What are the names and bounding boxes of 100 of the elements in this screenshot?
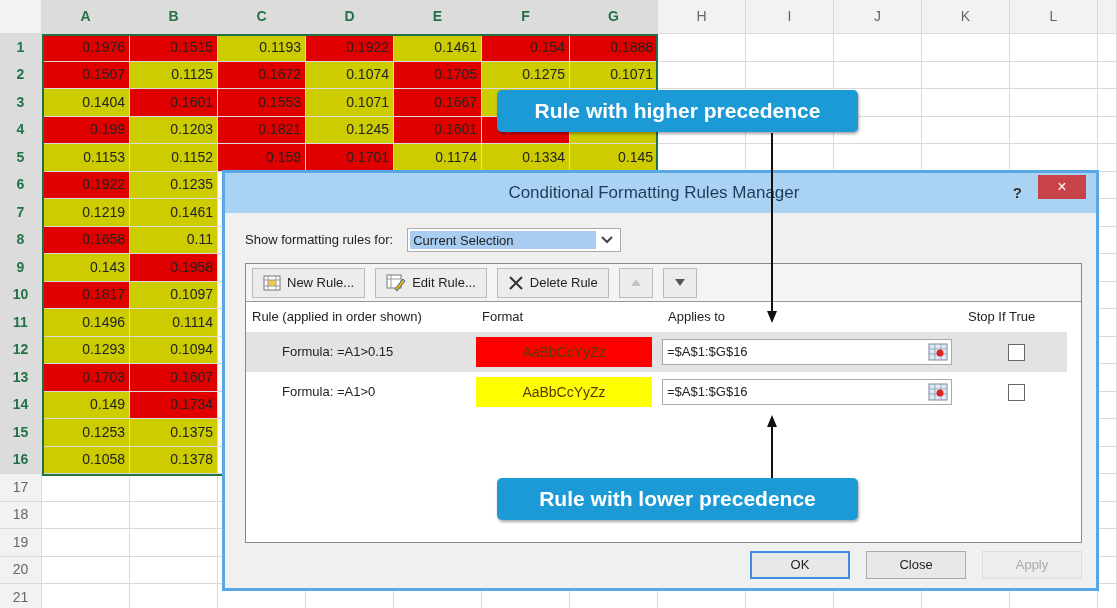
- table-cell: 0.1507: [42, 61, 130, 89]
- format-preview: AaBbCcYyZz: [476, 377, 652, 407]
- checkbox[interactable]: [1008, 383, 1025, 401]
- column-header[interactable]: C: [218, 0, 306, 34]
- column-heading: Format: [482, 308, 525, 327]
- column-header[interactable]: D: [306, 0, 394, 34]
- row-header[interactable]: 6: [0, 171, 42, 199]
- table-cell: 0.1705: [394, 61, 482, 89]
- row-header[interactable]: 9: [0, 254, 42, 282]
- table-cell: 0.1601: [394, 116, 482, 144]
- table-cell: 0.1375: [130, 419, 218, 447]
- table-cell: 0.1378: [130, 446, 218, 474]
- row-header[interactable]: 1: [0, 34, 42, 62]
- table-cell: 0.1976: [42, 34, 130, 62]
- column-header[interactable]: K: [922, 0, 1010, 34]
- table-cell: 0.1553: [218, 89, 306, 117]
- table-cell: 0.1293: [42, 336, 130, 364]
- x-icon: [507, 274, 524, 291]
- column-heading: Applies to: [668, 308, 727, 327]
- row-header[interactable]: 3: [0, 89, 42, 117]
- applies-to-field[interactable]: =$A$1:$G$16: [662, 379, 952, 405]
- table-cell: 0.1125: [130, 61, 218, 89]
- row-header[interactable]: 11: [0, 309, 42, 337]
- table-cell: 0.1888: [570, 34, 658, 62]
- row-header[interactable]: 16: [0, 446, 42, 474]
- table-cell: 0.1058: [42, 446, 130, 474]
- row-header[interactable]: 19: [0, 529, 42, 557]
- table-pencil-icon: [386, 273, 407, 292]
- column-header[interactable]: H: [658, 0, 746, 34]
- table-cell: 0.154: [482, 34, 570, 62]
- rule-row[interactable]: Formula: =A1>0.15 AaBbCcYyZz =$A$1:$G$16: [246, 332, 1067, 372]
- callout-tooltip: Rule with higher precedence: [497, 90, 858, 132]
- row-header[interactable]: 5: [0, 144, 42, 172]
- range-picker-icon[interactable]: [925, 383, 951, 401]
- table-cell: 0.1203: [130, 116, 218, 144]
- down-triangle-icon: [674, 279, 685, 286]
- table-cell: 0.1253: [42, 419, 130, 447]
- row-header[interactable]: 2: [0, 61, 42, 89]
- table-cell: 0.1404: [42, 89, 130, 117]
- field-label: Show formatting rules for:: [245, 231, 394, 250]
- up-triangle-icon: [630, 279, 641, 286]
- table-cell: 0.1672: [218, 61, 306, 89]
- table-cell: 0.1461: [394, 34, 482, 62]
- table-cell: 0.1922: [306, 34, 394, 62]
- table-cell: 0.1193: [218, 34, 306, 62]
- table-cell: 0.1153: [42, 144, 130, 172]
- table-cell: 0.1174: [394, 144, 482, 172]
- scope-dropdown[interactable]: Current Selection: [407, 228, 622, 252]
- table-cell: 0.1607: [130, 364, 218, 392]
- row-header[interactable]: 21: [0, 584, 42, 608]
- rule-row[interactable]: Formula: =A1>0 AaBbCcYyZz =$A$1:$G$16: [246, 372, 1067, 412]
- table-cell: 0.1235: [130, 171, 218, 199]
- row-header[interactable]: 12: [0, 336, 42, 364]
- row-header[interactable]: 10: [0, 281, 42, 309]
- applies-to-field[interactable]: =$A$1:$G$16: [662, 339, 952, 365]
- column-header[interactable]: G: [570, 0, 658, 34]
- column-header[interactable]: A: [42, 0, 130, 34]
- table-cell: 0.1152: [130, 144, 218, 172]
- row-header[interactable]: 4: [0, 116, 42, 144]
- close-button[interactable]: ×: [1038, 175, 1086, 199]
- column-header[interactable]: E: [394, 0, 482, 34]
- table-cell: 0.1601: [130, 89, 218, 117]
- column-header[interactable]: B: [130, 0, 218, 34]
- row-header[interactable]: 8: [0, 226, 42, 254]
- row-header[interactable]: 13: [0, 364, 42, 392]
- edit-rule-button[interactable]: Edit Rule...: [375, 267, 487, 298]
- column-heading: Stop If True: [968, 308, 1037, 327]
- table-cell: 0.143: [42, 254, 130, 282]
- table-icon: [263, 274, 281, 291]
- table-cell: 0.159: [218, 144, 306, 172]
- row-header[interactable]: 7: [0, 199, 42, 227]
- column-header[interactable]: J: [834, 0, 922, 34]
- table-cell: 0.1114: [130, 309, 218, 337]
- checkbox[interactable]: [1008, 343, 1025, 361]
- format-preview: AaBbCcYyZz: [476, 337, 652, 367]
- row-header[interactable]: 14: [0, 391, 42, 419]
- table-cell: 0.1821: [218, 116, 306, 144]
- help-button[interactable]: ?: [1012, 181, 1022, 205]
- column-header[interactable]: F: [482, 0, 570, 34]
- dialog-button[interactable]: Close: [866, 551, 966, 579]
- table-cell: 0.1703: [42, 364, 130, 392]
- new-rule-button[interactable]: New Rule...: [252, 267, 366, 298]
- rule-text: Formula: =A1>0: [281, 383, 377, 402]
- row-header[interactable]: 20: [0, 556, 42, 584]
- table-cell: 0.1461: [130, 199, 218, 227]
- delete-rule-button[interactable]: Delete Rule: [496, 267, 609, 298]
- dialog-button[interactable]: OK: [750, 551, 850, 579]
- table-cell: 0.1658: [42, 226, 130, 254]
- column-heading: Rule (applied in order shown): [252, 308, 423, 327]
- column-header[interactable]: I: [746, 0, 834, 34]
- table-cell: 0.1074: [306, 61, 394, 89]
- move-down-button[interactable]: [662, 267, 697, 298]
- column-header[interactable]: L: [1010, 0, 1098, 34]
- table-cell: 0.1817: [42, 281, 130, 309]
- rule-text: Formula: =A1>0.15: [281, 343, 395, 362]
- row-header[interactable]: 18: [0, 501, 42, 529]
- table-cell: 0.1496: [42, 309, 130, 337]
- row-header[interactable]: 17: [0, 474, 42, 502]
- row-header[interactable]: 15: [0, 419, 42, 447]
- range-picker-icon[interactable]: [925, 343, 951, 361]
